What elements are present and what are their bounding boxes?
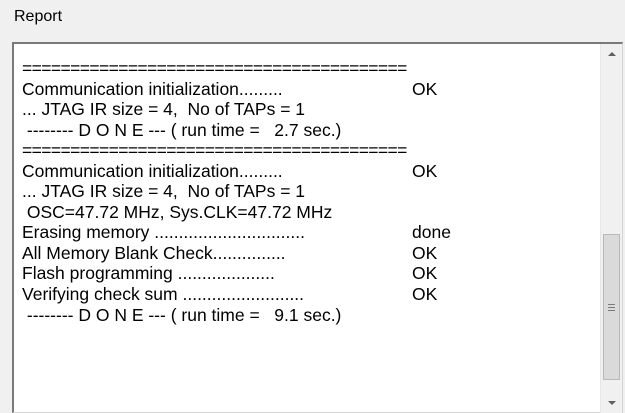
log-line: ========================================: [22, 140, 592, 161]
log-line-text: OSC=47.72 MHz, Sys.CLK=47.72 MHz: [22, 201, 333, 222]
log-line: Communication initialization......... OK: [22, 161, 592, 182]
log-line-status: done: [412, 222, 451, 243]
log-line: ... JTAG IR size = 4, No of TAPs = 1: [22, 99, 592, 120]
log-line: Flash programming .................... OK: [22, 263, 592, 284]
log-line-text: -------- D O N E --- ( run time = 9.1 se…: [22, 304, 342, 325]
log-line-text: Communication initialization.........: [22, 78, 283, 99]
log-line-text: Flash programming ....................: [22, 263, 275, 284]
log-line-text: Verifying check sum ....................…: [22, 284, 305, 305]
log-line: ... JTAG IR size = 4, No of TAPs = 1: [22, 181, 592, 202]
log-line: Erasing memory .........................…: [22, 222, 592, 243]
scroll-up-button[interactable]: [601, 44, 622, 64]
log-line: OSC=47.72 MHz, Sys.CLK=47.72 MHz: [22, 202, 592, 223]
scroll-down-arrow-icon: [607, 401, 616, 405]
log-line-text: ... JTAG IR size = 4, No of TAPs = 1: [22, 99, 306, 120]
log-line-text: ... JTAG IR size = 4, No of TAPs = 1: [22, 181, 306, 202]
log-line-status: OK: [412, 78, 438, 99]
vertical-scrollbar[interactable]: [600, 44, 622, 413]
scroll-up-arrow-icon: [607, 52, 616, 56]
log-line-text: All Memory Blank Check...............: [22, 242, 286, 263]
log-line-status: OK: [412, 284, 438, 305]
log-line-status: OK: [412, 160, 438, 181]
log-line-text: ========================================: [22, 58, 407, 78]
log-line: -------- D O N E --- ( run time = 2.7 se…: [22, 120, 592, 141]
log-line: Communication initialization......... OK: [22, 79, 592, 100]
log-line-text: ========================================: [22, 140, 407, 161]
log-line-status: OK: [412, 242, 438, 263]
scroll-thumb[interactable]: [603, 234, 620, 380]
log-line: All Memory Blank Check............... OK: [22, 243, 592, 264]
log-line: ========================================: [22, 58, 592, 79]
log-line-text: Erasing memory .........................…: [22, 222, 305, 243]
report-group-title: Report: [14, 8, 63, 25]
log-line: -------- D O N E --- ( run time = 9.1 se…: [22, 305, 592, 326]
log-line-status: OK: [412, 263, 438, 284]
scroll-grip-icon: [608, 303, 615, 311]
report-log: ========================================…: [22, 58, 592, 410]
log-line-text: Communication initialization.........: [22, 160, 283, 181]
report-log-box[interactable]: ========================================…: [12, 42, 623, 413]
scroll-down-button[interactable]: [601, 393, 622, 413]
log-line: Verifying check sum ....................…: [22, 284, 592, 305]
log-line-text: -------- D O N E --- ( run time = 2.7 se…: [22, 119, 342, 140]
